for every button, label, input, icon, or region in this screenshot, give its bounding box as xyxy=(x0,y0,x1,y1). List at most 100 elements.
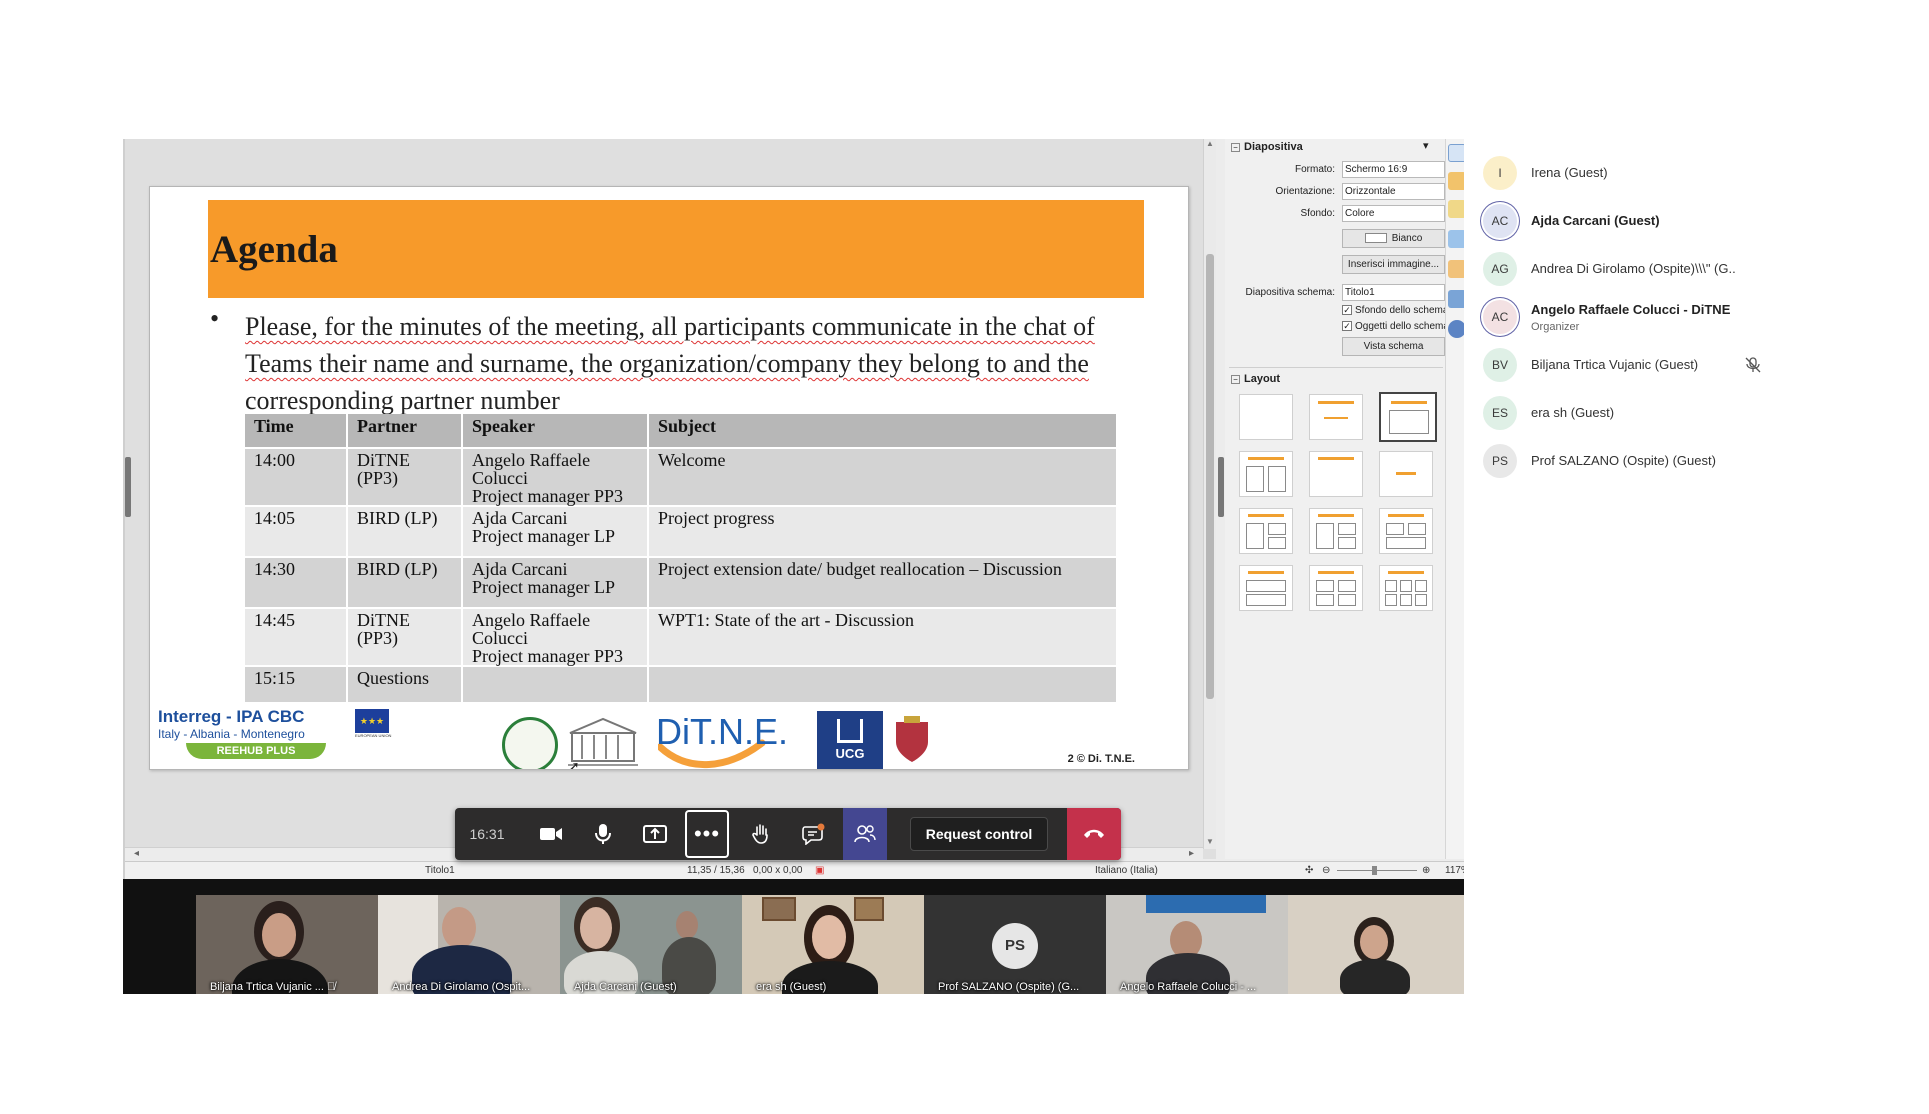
microphone-button[interactable] xyxy=(581,808,625,860)
layout-section-header[interactable]: − Layout xyxy=(1231,373,1280,385)
header-partner: Partner xyxy=(347,414,463,448)
interreg-logo: Interreg - IPA CBC Italy - Albania - Mon… xyxy=(158,707,398,765)
slide-section-header[interactable]: − Diapositiva xyxy=(1231,141,1303,153)
status-bar: Titolo1 11,35 / 15,36 0,00 x 0,00 ▣ Ital… xyxy=(125,861,1464,879)
phone-hangup-icon xyxy=(1084,829,1104,838)
master-objects-label: Oggetti dello schema xyxy=(1355,321,1449,332)
raise-hand-button[interactable] xyxy=(739,808,783,860)
hang-up-button[interactable] xyxy=(1067,808,1121,860)
checkbox-checked-icon[interactable]: ✓ xyxy=(1342,321,1352,331)
document-modified-icon[interactable]: ▣ xyxy=(815,865,824,876)
call-controls: 16:31 ••• Request control xyxy=(455,808,1121,860)
video-tile[interactable]: Biljana Trtica Vujanic ... 🎙̸ xyxy=(196,895,378,994)
layout-title-two-content[interactable] xyxy=(1239,451,1293,497)
layout-title-2-content-1[interactable] xyxy=(1239,508,1293,554)
zoom-in-icon[interactable]: ⊕ xyxy=(1422,865,1430,876)
table-row: 14:00 DiTNE (PP3) Angelo Raffaele Colucc… xyxy=(245,447,1118,506)
participant-row[interactable]: AG Andrea Di Girolamo (Ospite)\\\" (G.. xyxy=(1483,246,1783,286)
participant-name: era sh (Guest) xyxy=(1531,405,1615,420)
video-tile[interactable]: Ajda Carcani (Guest) xyxy=(560,895,742,994)
request-control-button[interactable]: Request control xyxy=(910,817,1048,851)
slide-edit-pane: Agenda • Please, for the minutes of the … xyxy=(125,139,1216,861)
master-view-button[interactable]: Vista schema xyxy=(1342,337,1445,356)
scroll-thumb[interactable] xyxy=(1206,254,1214,699)
background-select[interactable]: Colore xyxy=(1342,205,1445,222)
left-pane-handle[interactable] xyxy=(125,457,131,517)
layout-centered-text[interactable] xyxy=(1379,451,1433,497)
master-slide-select[interactable]: Titolo1 xyxy=(1342,284,1445,301)
section-divider xyxy=(1229,367,1443,368)
color-swatch-icon xyxy=(1364,233,1387,244)
scroll-up-icon[interactable]: ▲ xyxy=(1204,139,1216,151)
properties-deck-icon[interactable] xyxy=(1448,144,1464,162)
gallery-icon[interactable] xyxy=(1448,290,1464,308)
participant-row[interactable]: ES era sh (Guest) xyxy=(1483,390,1783,430)
properties-sidebar: − Diapositiva ▾ Formato: Schermo 16:9 Ori… xyxy=(1225,139,1449,859)
more-actions-button[interactable]: ••• xyxy=(685,810,729,858)
video-tile[interactable] xyxy=(1288,895,1464,994)
styles-icon[interactable] xyxy=(1448,260,1464,278)
participants-button[interactable] xyxy=(843,808,887,860)
interreg-title: Interreg - IPA CBC xyxy=(158,707,305,726)
vertical-scrollbar[interactable]: ▲ ▼ xyxy=(1203,139,1216,849)
people-icon xyxy=(854,825,876,843)
master-slides-icon[interactable] xyxy=(1448,230,1464,248)
layout-title-4-content[interactable] xyxy=(1309,565,1363,611)
speaker-name: Angelo Raffaele Colucci xyxy=(472,450,591,488)
camera-icon xyxy=(540,828,562,840)
animation-icon[interactable] xyxy=(1448,200,1464,218)
speaker-name: Ajda Carcani xyxy=(472,508,568,528)
layout-title-6-content[interactable] xyxy=(1379,565,1433,611)
avatar: AC xyxy=(1483,204,1517,238)
zoom-slider[interactable] xyxy=(1337,870,1417,871)
layout-blank[interactable] xyxy=(1239,394,1293,440)
zoom-slider-thumb[interactable] xyxy=(1372,866,1377,875)
video-tile[interactable]: Andrea Di Girolamo (Ospit... xyxy=(378,895,560,994)
video-tile[interactable]: Angelo Raffaele Colucci - ... xyxy=(1106,895,1288,994)
camera-button[interactable] xyxy=(529,808,573,860)
video-tile[interactable]: PS Prof SALZANO (Ospite) (G... xyxy=(924,895,1106,994)
share-screen-button[interactable] xyxy=(633,808,677,860)
sidebar-handle[interactable] xyxy=(1218,457,1224,517)
participant-row[interactable]: I Irena (Guest) xyxy=(1483,150,1783,190)
color-button-label: Bianco xyxy=(1391,233,1423,244)
tile-name: era sh (Guest) xyxy=(756,981,827,993)
insert-image-button[interactable]: Inserisci immagine... xyxy=(1342,255,1445,274)
zoom-out-icon[interactable]: ⊖ xyxy=(1322,865,1330,876)
more-options-icon[interactable]: ▾ xyxy=(1423,139,1429,152)
master-objects-checkbox[interactable]: ✓ Oggetti dello schema xyxy=(1342,321,1449,332)
status-size: 0,00 x 0,00 xyxy=(753,865,803,876)
chat-button[interactable] xyxy=(791,808,835,860)
master-background-checkbox[interactable]: ✓ Sfondo dello schema xyxy=(1342,305,1448,316)
layout-title-two-rows[interactable] xyxy=(1239,565,1293,611)
scroll-left-icon[interactable]: ◂ xyxy=(134,848,139,859)
tile-name: Ajda Carcani (Guest) xyxy=(574,981,677,993)
scroll-right-icon[interactable]: ▸ xyxy=(1189,848,1194,859)
participant-row[interactable]: AC Ajda Carcani (Guest) xyxy=(1483,198,1783,238)
layout-title-only-2[interactable] xyxy=(1309,451,1363,497)
collapse-icon[interactable]: − xyxy=(1231,143,1240,152)
orientation-select[interactable]: Orizzontale xyxy=(1342,183,1445,200)
layout-title-content-2[interactable] xyxy=(1309,508,1363,554)
fit-slide-icon[interactable]: ✣ xyxy=(1305,865,1313,876)
collapse-icon[interactable]: − xyxy=(1231,375,1240,384)
slide-transition-icon[interactable] xyxy=(1448,172,1464,190)
participant-row[interactable]: BV Biljana Trtica Vujanic (Guest) xyxy=(1483,342,1783,382)
status-language[interactable]: Italiano (Italia) xyxy=(1095,865,1158,876)
navigator-icon[interactable] xyxy=(1448,320,1464,338)
cell-speaker xyxy=(462,665,649,702)
format-select[interactable]: Schermo 16:9 xyxy=(1342,161,1445,178)
layout-title-content-over[interactable] xyxy=(1379,508,1433,554)
zoom-level[interactable]: 117% xyxy=(1445,865,1464,876)
layout-title-content[interactable] xyxy=(1379,392,1437,442)
layout-title-only[interactable] xyxy=(1309,394,1363,440)
slide-number: 2 © Di. T.N.E. xyxy=(1067,753,1135,765)
background-color-button[interactable]: Bianco xyxy=(1342,229,1445,248)
cell-speaker: Ajda Carcani Project manager LP xyxy=(462,556,649,608)
participant-row[interactable]: AC Angelo Raffaele Colucci - DiTNE Organ… xyxy=(1483,294,1783,342)
cell-time: 14:30 xyxy=(245,556,348,608)
participant-row[interactable]: PS Prof SALZANO (Ospite) (Guest) xyxy=(1483,438,1783,478)
checkbox-checked-icon[interactable]: ✓ xyxy=(1342,305,1352,315)
scroll-down-icon[interactable]: ▼ xyxy=(1204,837,1216,849)
video-tile[interactable]: era sh (Guest) xyxy=(742,895,924,994)
